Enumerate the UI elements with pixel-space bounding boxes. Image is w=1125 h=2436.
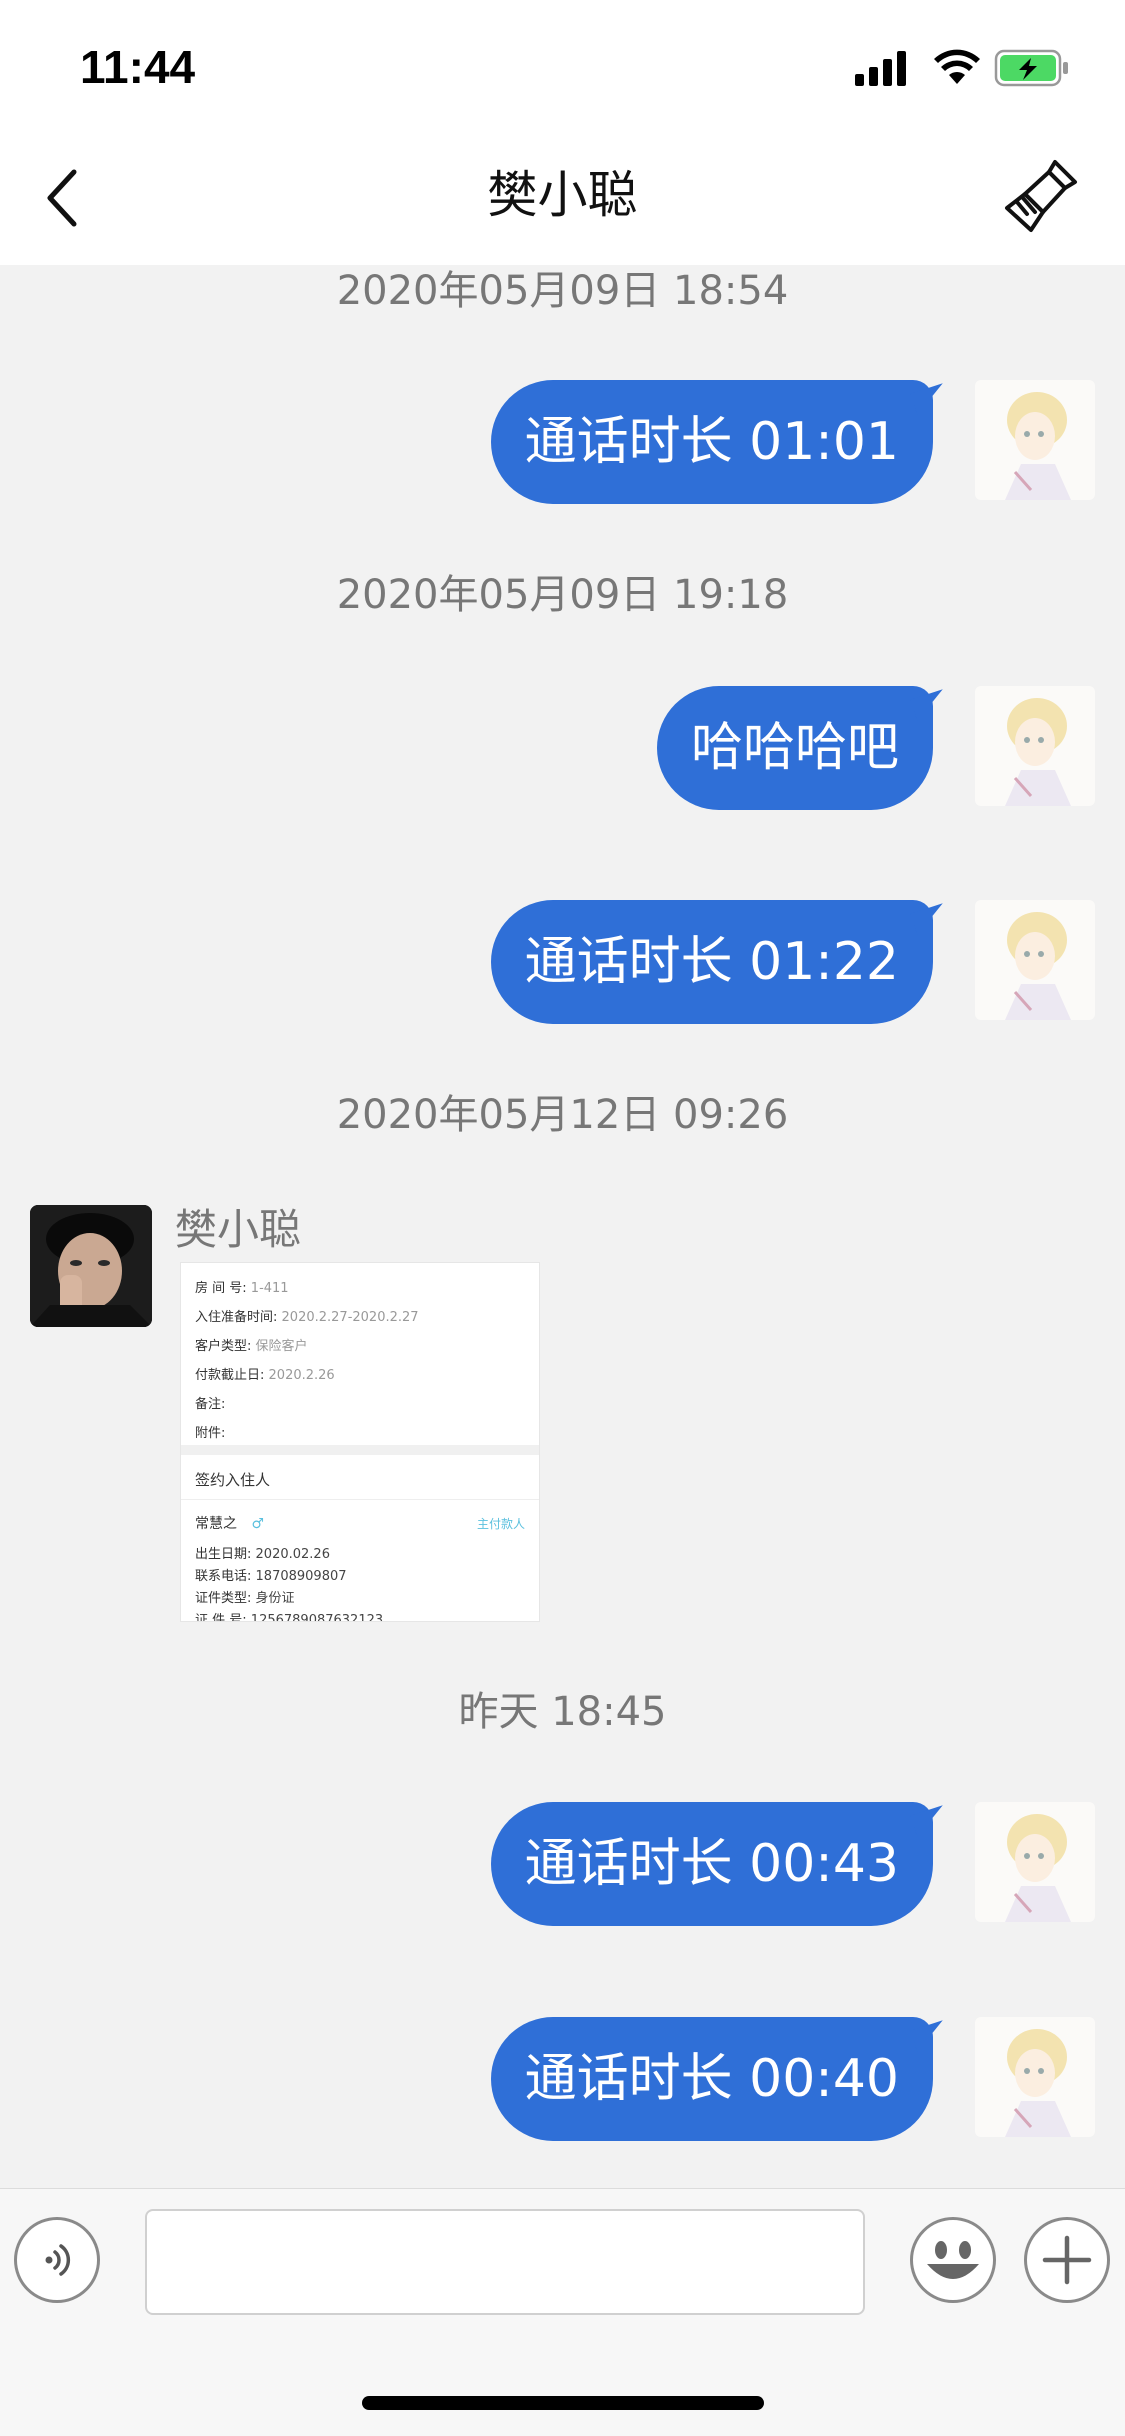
image-section-title: 签约入住人 xyxy=(195,1471,271,1489)
my-avatar[interactable] xyxy=(975,1802,1095,1922)
emoji-icon xyxy=(915,2222,991,2298)
image-message[interactable]: 房 间 号: 1-411 入住准备时间: 2020.2.27-2020.2.27… xyxy=(180,1262,540,1622)
nav-bar: 樊小聪 xyxy=(0,130,1125,265)
image-detail-row: 证 件 号: 1256789087632123 xyxy=(195,1613,384,1622)
my-avatar[interactable] xyxy=(975,2017,1095,2137)
image-person-tag: 主付款人 xyxy=(476,1517,525,1531)
outgoing-message[interactable]: 哈哈哈吧 xyxy=(656,686,933,810)
timestamp: 2020年05月09日 18:54 xyxy=(336,268,789,314)
chat-title: 樊小聪 xyxy=(487,166,638,224)
clear-chat-button[interactable] xyxy=(1003,156,1083,236)
outgoing-message[interactable]: 通话时长 00:43 xyxy=(490,1802,933,1926)
timestamp: 2020年05月09日 19:18 xyxy=(336,572,789,618)
image-detail-row: 入住准备时间: 2020.2.27-2020.2.27 xyxy=(195,1310,419,1325)
signal-icon xyxy=(855,51,906,86)
home-indicator xyxy=(362,2396,764,2410)
my-avatar[interactable] xyxy=(975,900,1095,1020)
image-detail-row: 联系电话: 18708909807 xyxy=(195,1569,347,1584)
contact-avatar[interactable] xyxy=(30,1205,152,1327)
image-detail-row: 付款截止日: 2020.2.26 xyxy=(195,1368,335,1383)
image-detail-row: 房 间 号: 1-411 xyxy=(195,1281,289,1296)
image-detail-row: 备注: xyxy=(195,1397,226,1412)
outgoing-message[interactable]: 通话时长 01:01 xyxy=(490,380,933,504)
voice-button[interactable] xyxy=(14,2217,100,2303)
status-time: 11:44 xyxy=(80,41,196,93)
wifi-icon xyxy=(934,49,980,84)
my-avatar[interactable] xyxy=(975,380,1095,500)
person-icon: ♂ xyxy=(251,1516,265,1532)
sender-name: 樊小聪 xyxy=(175,1205,302,1254)
timestamp: 2020年05月12日 09:26 xyxy=(336,1092,789,1138)
image-detail-row: 附件: xyxy=(195,1426,226,1441)
image-person-row: 常慧之 ♂ xyxy=(195,1516,265,1532)
broom-icon xyxy=(1005,160,1077,232)
message-input[interactable] xyxy=(145,2209,865,2315)
image-detail-row: 证件类型: 身份证 xyxy=(195,1591,295,1606)
emoji-button[interactable] xyxy=(910,2217,996,2303)
chat-screen: 11:44 樊小聪 2020年05月09日 18:54 通话时长 01:01 2… xyxy=(0,0,1125,2436)
outgoing-message[interactable]: 通话时长 01:22 xyxy=(490,900,933,1024)
status-icons xyxy=(855,46,1085,90)
status-bar: 11:44 xyxy=(0,0,1125,130)
battery-icon xyxy=(994,49,1068,87)
more-button[interactable] xyxy=(1024,2217,1110,2303)
plus-icon xyxy=(1042,2235,1092,2285)
outgoing-message[interactable]: 通话时长 00:40 xyxy=(490,2017,933,2141)
timestamp: 昨天 18:45 xyxy=(458,1689,667,1735)
image-detail-row: 客户类型: 保险客户 xyxy=(195,1339,308,1354)
my-avatar[interactable] xyxy=(975,686,1095,806)
image-detail-row: 出生日期: 2020.02.26 xyxy=(195,1547,330,1562)
voice-icon xyxy=(45,2244,71,2276)
